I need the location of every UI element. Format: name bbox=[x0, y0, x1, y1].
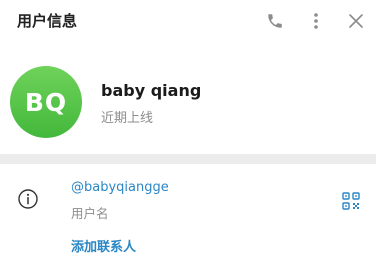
add-contact-button[interactable]: 添加联系人 bbox=[71, 236, 136, 255]
section-divider bbox=[0, 154, 376, 164]
phone-icon bbox=[268, 14, 282, 28]
username-link[interactable]: @babyqiangge bbox=[71, 180, 169, 195]
info-section: @babyqiangge 用户名 添加联系人 bbox=[0, 164, 376, 267]
close-icon bbox=[349, 14, 363, 28]
close-button[interactable] bbox=[344, 9, 368, 33]
more-options-button[interactable] bbox=[304, 9, 328, 33]
profile-name: baby qiang bbox=[101, 81, 202, 100]
avatar[interactable]: BQ bbox=[10, 66, 82, 138]
profile-status: 近期上线 bbox=[101, 111, 154, 126]
info-icon bbox=[18, 189, 38, 209]
more-vertical-icon bbox=[314, 13, 318, 29]
avatar-initials: BQ bbox=[24, 87, 68, 117]
profile-section: BQ baby qiang 近期上线 bbox=[0, 42, 376, 154]
username-label: 用户名 bbox=[71, 206, 109, 221]
header: 用户信息 bbox=[0, 0, 376, 42]
call-button[interactable] bbox=[263, 9, 287, 33]
qr-code-icon[interactable] bbox=[342, 192, 360, 210]
page-title: 用户信息 bbox=[17, 12, 78, 30]
